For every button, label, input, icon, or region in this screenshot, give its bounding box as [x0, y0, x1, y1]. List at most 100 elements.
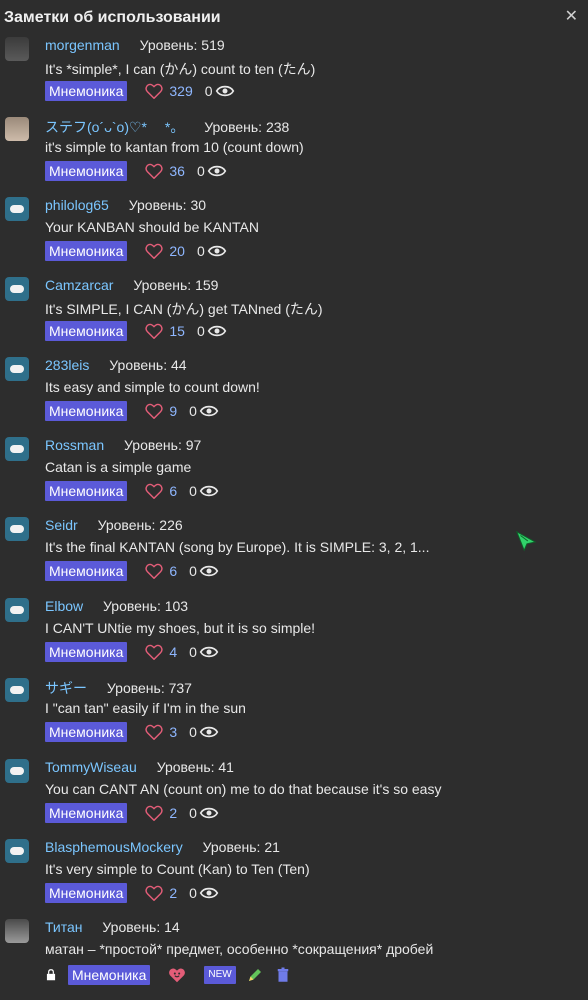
- mnemonic-tag[interactable]: Мнемоника: [45, 321, 128, 341]
- views-count: 0: [189, 805, 197, 821]
- avatar[interactable]: [5, 117, 29, 141]
- note-text: Catan is a simple game: [45, 459, 192, 475]
- heart-icon[interactable]: [145, 323, 163, 339]
- avatar[interactable]: [5, 839, 29, 863]
- heart-icon[interactable]: [145, 724, 163, 740]
- level-label: Уровень: 30: [128, 197, 207, 213]
- username-link[interactable]: TommyWiseau: [45, 759, 137, 775]
- mnemonic-tag[interactable]: Мнемоника: [45, 401, 128, 421]
- views-count: 0: [189, 403, 197, 419]
- heart-icon[interactable]: [145, 403, 163, 419]
- heart-icon[interactable]: [145, 644, 163, 660]
- avatar[interactable]: [5, 759, 29, 783]
- username-link[interactable]: philolog65: [45, 197, 109, 213]
- eye-icon[interactable]: [199, 564, 219, 578]
- lock-icon[interactable]: [44, 968, 58, 982]
- likes-count: 36: [169, 163, 185, 179]
- username-link[interactable]: morgenman: [45, 37, 120, 53]
- note-text: It's very simple to Count (Kan) to Ten (…: [45, 861, 310, 877]
- avatar[interactable]: [5, 197, 29, 221]
- note-text: Your KANBAN should be KANTAN: [45, 219, 259, 235]
- username-link[interactable]: Rossman: [45, 437, 104, 453]
- views-count: 0: [189, 483, 197, 499]
- eye-icon[interactable]: [199, 645, 219, 659]
- note-item: Elbow Уровень: 103 I CAN'T UNtie my shoe…: [0, 598, 588, 678]
- level-label: Уровень: 226: [97, 517, 183, 533]
- note-text: You can CANT AN (count on) me to do that…: [45, 781, 442, 797]
- note-text: It's SIMPLE, I CAN (かん) get TANned (たん): [45, 301, 323, 317]
- mnemonic-tag[interactable]: Мнемоника: [45, 241, 128, 261]
- views-count: 0: [196, 243, 205, 259]
- mnemonic-tag[interactable]: Мнемоника: [68, 965, 151, 985]
- heart-icon[interactable]: [145, 805, 163, 821]
- heart-icon[interactable]: [145, 83, 163, 99]
- likes-count: 6: [169, 563, 178, 579]
- avatar[interactable]: [5, 598, 29, 622]
- heart-icon[interactable]: [145, 163, 163, 179]
- mnemonic-tag[interactable]: Мнемоника: [45, 161, 128, 181]
- heart-icon[interactable]: [145, 563, 163, 579]
- heart-icon[interactable]: [145, 885, 163, 901]
- note-item: Camzarcar Уровень: 159 It's SIMPLE, I CA…: [0, 277, 588, 357]
- level-label: Уровень: 97: [124, 437, 202, 453]
- eye-icon[interactable]: [199, 484, 219, 498]
- avatar[interactable]: [5, 517, 29, 541]
- avatar[interactable]: [5, 37, 29, 61]
- new-badge[interactable]: NEW: [204, 966, 236, 984]
- mnemonic-tag[interactable]: Мнемоника: [45, 81, 128, 101]
- avatar[interactable]: [5, 678, 29, 702]
- heart-icon[interactable]: [145, 483, 163, 499]
- eye-icon[interactable]: [199, 725, 219, 739]
- trash-icon[interactable]: [274, 966, 292, 984]
- mnemonic-tag[interactable]: Мнемоника: [45, 561, 128, 581]
- likes-count: 329: [169, 83, 193, 99]
- username-link[interactable]: サギー: [45, 680, 87, 696]
- mnemonic-tag[interactable]: Мнемоника: [45, 642, 128, 662]
- likes-count: 9: [169, 403, 178, 419]
- mnemonic-tag[interactable]: Мнемоника: [45, 803, 128, 823]
- heart-icon[interactable]: [168, 967, 186, 983]
- likes-count: 4: [169, 644, 178, 660]
- heart-icon[interactable]: [145, 243, 163, 259]
- close-icon[interactable]: ✕: [565, 6, 578, 26]
- username-link[interactable]: BlasphemousMockery: [45, 839, 183, 855]
- eye-icon[interactable]: [207, 244, 227, 258]
- username-link[interactable]: Seidr: [45, 517, 78, 533]
- level-label: Уровень: 44: [109, 357, 187, 373]
- username-link[interactable]: 283leis: [45, 357, 89, 373]
- avatar[interactable]: [5, 357, 29, 381]
- username-link[interactable]: Титан: [45, 919, 83, 935]
- eye-icon[interactable]: [207, 164, 227, 178]
- likes-count: 15: [169, 323, 185, 339]
- avatar[interactable]: [5, 277, 29, 301]
- eye-icon[interactable]: [199, 404, 219, 418]
- note-text: I CAN'T UNtie my shoes, but it is so sim…: [45, 620, 316, 636]
- note-text: it's simple to kantan from 10 (count dow…: [45, 139, 304, 155]
- likes-count: 3: [169, 724, 178, 740]
- mnemonic-tag[interactable]: Мнемоника: [45, 481, 128, 501]
- note-item: BlasphemousMockery Уровень: 21 It's very…: [0, 839, 588, 919]
- views-count: 0: [196, 323, 205, 339]
- eye-icon[interactable]: [207, 324, 227, 338]
- notes-header: Заметки об использовании ✕: [0, 0, 588, 34]
- username-link[interactable]: ステフ(o´ᴗ`o)♡* *。: [45, 119, 184, 135]
- username-link[interactable]: Camzarcar: [45, 277, 113, 293]
- note-text: Its easy and simple to count down!: [45, 379, 260, 395]
- level-label: Уровень: 159: [133, 277, 219, 293]
- views-count: 0: [189, 724, 197, 740]
- note-text: It's the final KANTAN (song by Europe). …: [45, 539, 430, 555]
- username-link[interactable]: Elbow: [45, 598, 83, 614]
- note-item: TommyWiseau Уровень: 41 You can CANT AN …: [0, 759, 588, 839]
- level-label: Уровень: 14: [102, 919, 180, 935]
- eye-icon[interactable]: [199, 806, 219, 820]
- eye-icon[interactable]: [215, 84, 235, 98]
- mnemonic-tag[interactable]: Мнемоника: [45, 883, 128, 903]
- note-item: サギー Уровень: 737 I "can tan" easily if I…: [0, 678, 588, 758]
- level-label: Уровень: 737: [106, 680, 192, 696]
- mnemonic-tag[interactable]: Мнемоника: [45, 722, 128, 742]
- avatar[interactable]: [5, 437, 29, 461]
- eye-icon[interactable]: [199, 886, 219, 900]
- pencil-icon[interactable]: [246, 966, 264, 984]
- note-text: матан – *простой* предмет, особенно *сок…: [45, 941, 434, 957]
- avatar[interactable]: [5, 919, 29, 943]
